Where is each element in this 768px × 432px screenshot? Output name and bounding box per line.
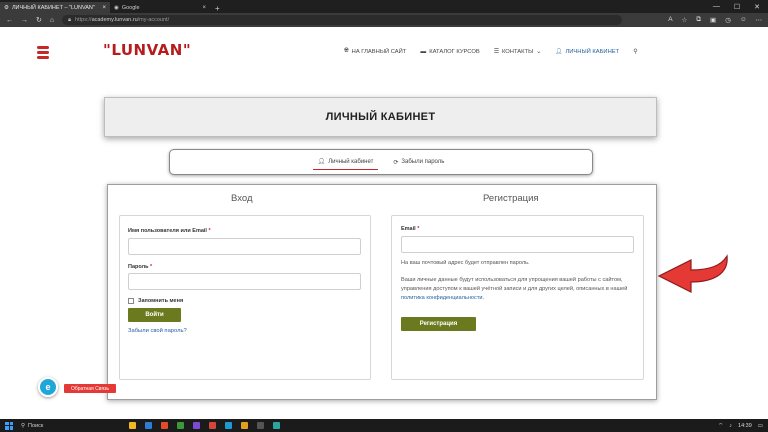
reload-icon[interactable]: ↻ [36, 16, 42, 24]
file-explorer-icon[interactable] [129, 422, 136, 429]
nav-contacts[interactable]: ☰ КОНТАКТЫ ⌄ [494, 49, 541, 55]
taskbar-search[interactable]: ⚲ Поиск [21, 423, 121, 429]
nav-main-site[interactable]: 🌐︎ НА ГЛАВНЫЙ САЙТ [344, 48, 406, 55]
checkbox-box[interactable] [128, 298, 134, 304]
tab-title: Google [121, 4, 140, 11]
globe-icon: 🌐︎ [344, 48, 349, 54]
collections-icon[interactable]: ▣ [710, 16, 716, 24]
url-field[interactable]: 🔒︎ https://academy.lunvan.ru/my-account/ [62, 15, 623, 25]
chevron-down-icon: ⌄ [536, 48, 542, 55]
tab-forgot-password[interactable]: ⟳ Забыли пароль [388, 155, 449, 170]
password-note: На ваш почтовый адрес будет отправлен па… [401, 260, 530, 266]
username-label: Имя пользователя или Email * [128, 228, 211, 234]
app-icon[interactable] [161, 422, 168, 429]
app-icon[interactable] [193, 422, 200, 429]
feedback-button[interactable]: Обратная Связь [64, 384, 116, 393]
extensions-icon[interactable]: ⧉ [696, 16, 701, 24]
new-tab-button[interactable]: + [210, 4, 225, 13]
taskbar: ⚲ Поиск ⌔ ♪ 14:39 ▭ [0, 419, 768, 432]
app-icon[interactable] [209, 422, 216, 429]
search-icon: ⚲ [21, 422, 26, 429]
folder-icon: ▬ [420, 48, 427, 55]
close-window-icon[interactable]: ✕ [754, 3, 760, 11]
profile-icon[interactable]: ☺ [740, 16, 747, 24]
taskbar-apps [129, 422, 280, 429]
window-controls: — ☐ ✕ [713, 0, 768, 13]
site-nav: 🌐︎ НА ГЛАВНЫЙ САЙТ ▬ КАТАЛОГ КУРСОВ ☰ КО… [344, 48, 637, 55]
address-toolbar: ← → ↻ ⌂ 🔒︎ https://academy.lunvan.ru/my-… [0, 13, 768, 27]
close-tab-icon[interactable]: × [202, 5, 206, 11]
nav-courses[interactable]: ▬ КАТАЛОГ КУРСОВ [420, 49, 479, 55]
maximize-icon[interactable]: ☐ [734, 3, 740, 11]
browser-tab-google[interactable]: ◉ Google × [110, 2, 210, 13]
tab-title: ЛИЧНЫЙ КАБИНЕТ – "LUNVAN" [11, 4, 95, 11]
menu-icon[interactable]: ⋯ [756, 16, 763, 24]
windows-start-icon[interactable] [5, 421, 13, 430]
password-label: Пароль * [128, 264, 153, 270]
privacy-policy-link[interactable]: политика конфиденциальности [401, 295, 483, 301]
list-icon: ☰ [493, 48, 499, 55]
search-icon[interactable]: ⚲ [633, 49, 637, 55]
chat-widget-icon[interactable]: e [38, 377, 58, 397]
register-button[interactable]: Регистрация [401, 317, 476, 331]
tab-favicon-icon: ⚙ [4, 4, 9, 11]
home-icon[interactable]: ⌂ [50, 17, 54, 24]
register-heading: Регистрация [483, 193, 539, 204]
lost-password-link[interactable]: Забыли свой пароль? [128, 328, 187, 334]
site-logo[interactable]: "LUNVAN" [103, 41, 191, 59]
remember-me-checkbox[interactable]: Запомнить меня [128, 298, 183, 304]
system-tray: ⌔ ♪ 14:39 ▭ [718, 422, 763, 430]
browser-tools: A ☆ ⧉ ▣ ◷ ☺ ⋯ [668, 16, 762, 24]
register-form: Email * На ваш почтовый адрес будет отпр… [391, 215, 644, 380]
history-icon[interactable]: ◷ [725, 16, 731, 24]
tab-account[interactable]: 👤︎ Личный кабинет [312, 154, 379, 170]
hamburger-menu-icon[interactable] [37, 46, 49, 61]
page-title: ЛИЧНЫЙ КАБИНЕТ [104, 97, 657, 137]
auth-container: Вход Регистрация Имя пользователя или Em… [107, 184, 657, 400]
nav-account[interactable]: 👤︎ ЛИЧНЫЙ КАБИНЕТ [555, 49, 619, 55]
network-icon[interactable]: ⌔ [718, 422, 723, 429]
user-icon: 👤︎ [555, 48, 563, 55]
login-button[interactable]: Войти [128, 308, 181, 322]
forward-icon[interactable]: → [21, 17, 28, 24]
app-icon[interactable] [273, 422, 280, 429]
volume-icon[interactable]: ♪ [729, 423, 732, 429]
user-icon: 👤︎ [317, 159, 326, 165]
red-arrow-icon [657, 254, 728, 293]
favorites-icon[interactable]: ☆ [682, 16, 688, 24]
read-aloud-icon[interactable]: A [668, 16, 672, 24]
back-icon[interactable]: ← [6, 17, 13, 24]
edge-icon[interactable] [145, 422, 152, 429]
login-form: Имя пользователя или Email * Пароль * За… [119, 215, 371, 380]
app-icon[interactable] [177, 422, 184, 429]
login-heading: Вход [231, 193, 253, 204]
password-input[interactable] [128, 273, 361, 290]
close-tab-icon[interactable]: × [102, 5, 106, 11]
browser-tab-bar: ⚙ ЛИЧНЫЙ КАБИНЕТ – "LUNVAN" × ◉ Google ×… [0, 0, 768, 13]
app-icon[interactable] [257, 422, 264, 429]
privacy-text: Ваши личные данные будут использоваться … [401, 277, 628, 301]
lock-icon: 🔒︎ [68, 16, 72, 23]
google-favicon-icon: ◉ [114, 4, 119, 11]
app-icon[interactable] [225, 422, 232, 429]
notifications-icon[interactable]: ▭ [758, 423, 763, 429]
minimize-icon[interactable]: — [713, 3, 720, 10]
username-input[interactable] [128, 238, 361, 255]
email-label: Email * [401, 226, 420, 232]
web-page: "LUNVAN" 🌐︎ НА ГЛАВНЫЙ САЙТ ▬ КАТАЛОГ КУ… [0, 27, 768, 419]
clock[interactable]: 14:39 [738, 423, 752, 429]
browser-tab-active[interactable]: ⚙ ЛИЧНЫЙ КАБИНЕТ – "LUNVAN" × [0, 2, 110, 13]
refresh-icon: ⟳ [393, 159, 399, 166]
email-input[interactable] [401, 236, 634, 253]
app-icon[interactable] [241, 422, 248, 429]
account-tabs: 👤︎ Личный кабинет ⟳ Забыли пароль [169, 149, 593, 175]
